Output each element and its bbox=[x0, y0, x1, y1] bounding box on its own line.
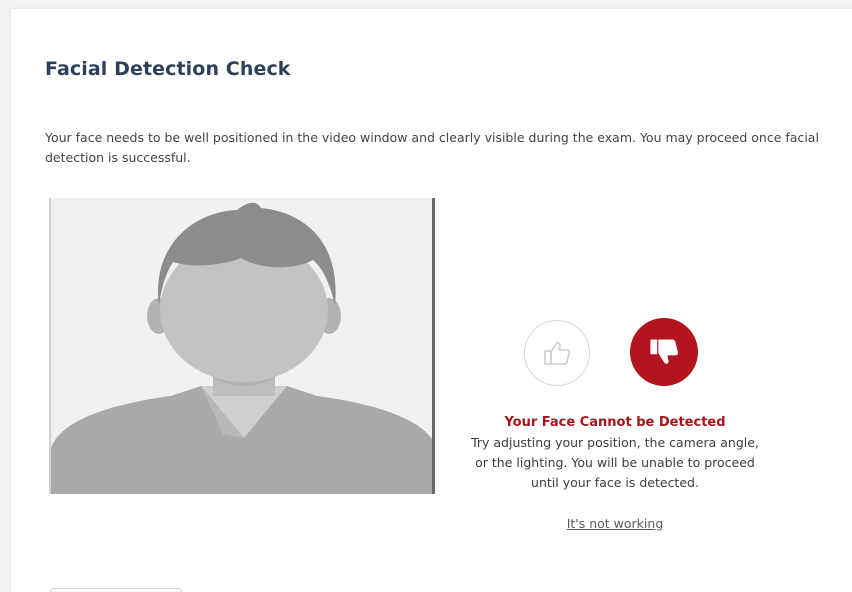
instructions-text: Your face needs to be well positioned in… bbox=[45, 130, 819, 165]
person-placeholder-icon bbox=[51, 198, 432, 494]
page-title: Facial Detection Check bbox=[45, 58, 291, 80]
thumbs-up-icon bbox=[544, 341, 571, 365]
thumbs-up-button bbox=[524, 320, 590, 386]
detection-status: Your Face Cannot be Detected Try adjusti… bbox=[470, 414, 760, 493]
not-working-link[interactable]: It's not working bbox=[470, 516, 760, 531]
page: Facial Detection Check Your face needs t… bbox=[0, 0, 852, 592]
thumbs-down-icon bbox=[650, 339, 679, 364]
thumbs-down-status bbox=[630, 318, 698, 386]
video-preview bbox=[49, 198, 435, 494]
next-button[interactable] bbox=[50, 588, 182, 592]
status-message: Try adjusting your position, the camera … bbox=[471, 435, 759, 490]
status-title: Your Face Cannot be Detected bbox=[504, 415, 726, 430]
